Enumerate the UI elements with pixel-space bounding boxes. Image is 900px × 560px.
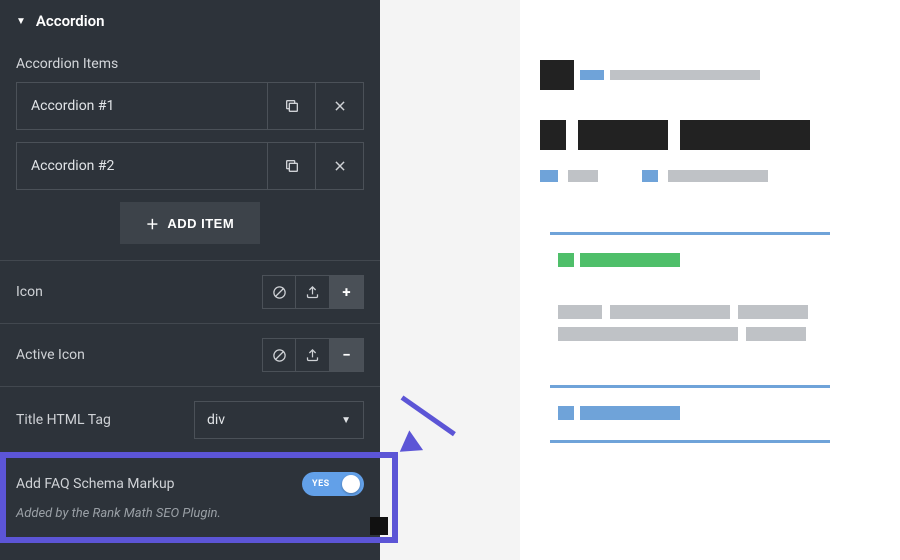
none-icon: [272, 348, 287, 363]
faq-label: Add FAQ Schema Markup: [16, 476, 175, 492]
active-icon-label: Active Icon: [16, 347, 85, 363]
title-tag-select[interactable]: div ▼: [194, 401, 364, 439]
icon-control: Icon +: [0, 261, 380, 324]
plus-icon: ＋: [146, 214, 160, 233]
plus-icon: +: [342, 283, 350, 301]
accordion-items-panel: Accordion Items Accordion #1 Accordion #…: [0, 40, 380, 261]
icon-plus-button[interactable]: +: [330, 275, 364, 309]
duplicate-button[interactable]: [267, 83, 315, 129]
chevron-down-icon: ▼: [341, 415, 351, 426]
close-icon: [333, 99, 347, 113]
preview-pane: [520, 0, 900, 560]
editor-sidebar: ▼ Accordion Accordion Items Accordion #1…: [0, 0, 380, 560]
none-icon: [272, 285, 287, 300]
copy-icon: [284, 158, 300, 174]
minus-icon: −: [342, 346, 350, 364]
upload-icon: [305, 285, 320, 300]
icon-none-button[interactable]: [262, 275, 296, 309]
faq-toggle[interactable]: YES: [302, 472, 364, 496]
copy-icon: [284, 98, 300, 114]
icon-none-button[interactable]: [262, 338, 296, 372]
title-tag-label: Title HTML Tag: [16, 412, 111, 428]
caret-down-icon: ▼: [16, 16, 26, 27]
toggle-knob: [342, 475, 360, 493]
section-title: Accordion: [36, 12, 105, 30]
faq-caption: Added by the Rank Math SEO Plugin.: [16, 506, 364, 521]
add-item-button[interactable]: ＋ ADD ITEM: [120, 202, 260, 244]
upload-icon: [305, 348, 320, 363]
add-item-label: ADD ITEM: [167, 216, 234, 231]
accordion-item: Accordion #1: [16, 82, 364, 130]
highlight-overlay: [0, 452, 398, 543]
icon-segmented-control: +: [262, 275, 364, 309]
title-tag-control: Title HTML Tag div ▼: [0, 387, 380, 454]
icon-label: Icon: [16, 284, 43, 300]
icon-upload-button[interactable]: [296, 338, 330, 372]
accordion-item-title[interactable]: Accordion #1: [17, 83, 267, 129]
toggle-value: YES: [312, 479, 330, 489]
items-label: Accordion Items: [16, 48, 364, 82]
annotation-arrow: [402, 395, 466, 400]
accordion-item: Accordion #2: [16, 142, 364, 190]
accordion-item-title[interactable]: Accordion #2: [17, 143, 267, 189]
icon-upload-button[interactable]: [296, 275, 330, 309]
title-tag-value: div: [207, 412, 225, 428]
active-icon-segmented-control: −: [262, 338, 364, 372]
faq-schema-block: Add FAQ Schema Markup YES Added by the R…: [0, 454, 380, 541]
resize-handle[interactable]: [370, 517, 388, 535]
duplicate-button[interactable]: [267, 143, 315, 189]
remove-button[interactable]: [315, 83, 363, 129]
active-icon-control: Active Icon −: [0, 324, 380, 387]
section-header-accordion[interactable]: ▼ Accordion: [0, 0, 380, 40]
close-icon: [333, 159, 347, 173]
remove-button[interactable]: [315, 143, 363, 189]
icon-minus-button[interactable]: −: [330, 338, 364, 372]
